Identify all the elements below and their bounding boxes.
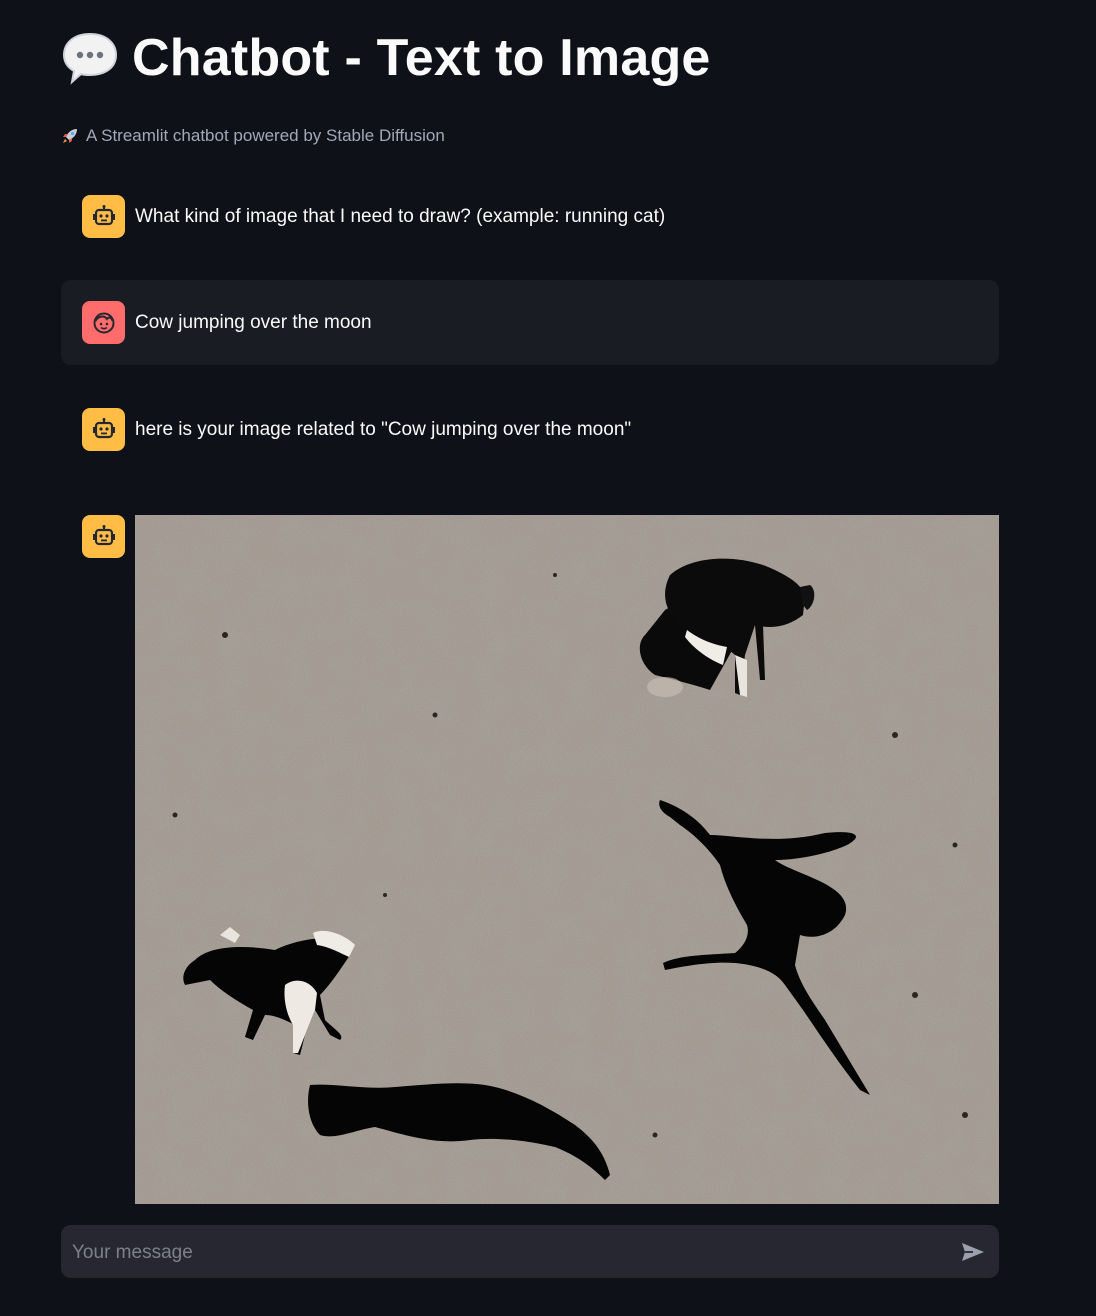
page-caption: A Streamlit chatbot powered by Stable Di… [60,126,445,146]
page-header: Chatbot - Text to Image [60,28,711,88]
generated-image[interactable] [135,515,999,1204]
message-text: What kind of image that I need to draw? … [135,206,666,227]
chat-message-assistant: here is your image related to "Cow jumpi… [61,408,999,451]
face-icon [82,301,125,344]
robot-icon [82,408,125,451]
chat-message-user: Cow jumping over the moon [61,280,999,365]
caption-text: A Streamlit chatbot powered by Stable Di… [86,126,445,145]
message-text: here is your image related to "Cow jumpi… [135,419,632,440]
chat-message-assistant: What kind of image that I need to draw? … [61,195,999,238]
message-input[interactable] [61,1225,954,1280]
rocket-icon [63,129,77,143]
robot-icon [82,195,125,238]
chat-input[interactable] [61,1225,999,1280]
send-icon[interactable] [959,1238,987,1266]
page-title: Chatbot - Text to Image [132,29,711,87]
message-text: Cow jumping over the moon [135,312,372,333]
speech-balloon-icon [62,32,118,85]
robot-icon [82,515,125,558]
